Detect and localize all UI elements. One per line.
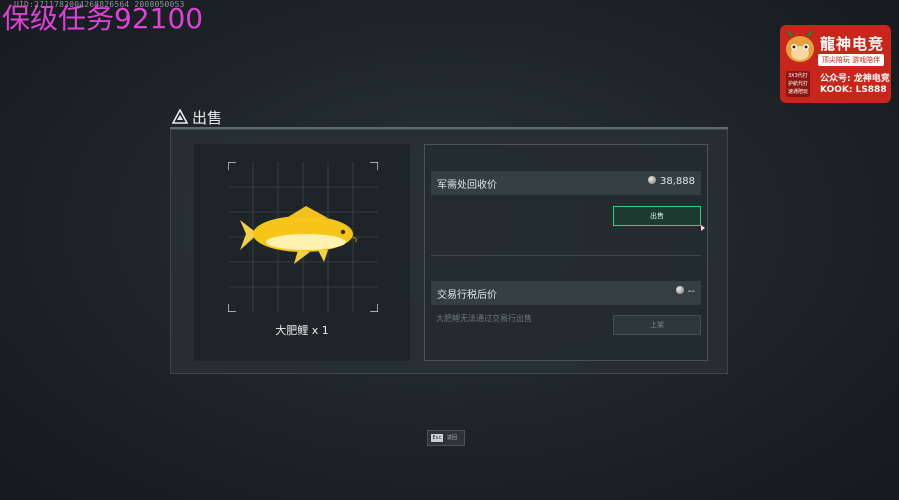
sponsor-kook: KOOK: LS888 [820, 85, 887, 95]
sponsor-tag: 3X3代打 [788, 73, 808, 79]
sponsor-slogan: 顶尖陪玩 游戏陪伴 [818, 54, 884, 66]
stream-overlay-title: 保级任务92100 [2, 2, 204, 35]
trade-price-value-wrap: -- [675, 286, 695, 297]
item-name: 大肥鲤 x 1 [275, 324, 329, 337]
trade-price-row: 交易行税后价 -- [431, 281, 701, 305]
coin-icon [675, 286, 684, 294]
sponsor-tag: 护航代打 [788, 81, 809, 87]
sponsor-wechat: 公众号: 龙神电竞 [820, 74, 890, 84]
recycle-price-value: 38,888 [660, 176, 695, 187]
dialog-title: 出售 [192, 109, 223, 127]
back-button[interactable]: Esc 返回 [427, 430, 465, 446]
recycle-price-row: 军需处回收价 38,888 [431, 171, 701, 195]
coin-icon [648, 176, 656, 184]
sponsor-tag: 速通陪玩 [788, 89, 809, 95]
back-label: 返回 [447, 435, 458, 441]
list-on-market-button[interactable]: 上架 [613, 315, 701, 335]
golden-carp-icon [240, 206, 357, 264]
trade-price-value: -- [687, 286, 695, 297]
cannot-trade-note: 大肥鲤无法通过交易行出售 [436, 314, 532, 323]
dialog-title-bar: 出售 [170, 106, 728, 128]
warning-triangle-icon [172, 109, 188, 124]
trade-price-label: 交易行税后价 [437, 290, 497, 301]
item-preview-grid [228, 162, 378, 312]
esc-key-icon: Esc [431, 434, 443, 442]
section-divider [431, 255, 701, 256]
mouse-cursor-icon [701, 225, 705, 231]
sell-button[interactable]: 出售 [613, 206, 701, 226]
recycle-price-value-wrap: 38,888 [648, 176, 695, 187]
sponsor-tags: 3X3代打 护航代打 速通陪玩 [786, 71, 811, 97]
sponsor-logo: 龍神电竞 顶尖陪玩 游戏陪伴 3X3代打 护航代打 速通陪玩 公众号: 龙神电竞… [780, 25, 891, 103]
recycle-price-label: 军需处回收价 [437, 180, 497, 191]
sponsor-brand: 龍神电竞 [820, 35, 885, 53]
